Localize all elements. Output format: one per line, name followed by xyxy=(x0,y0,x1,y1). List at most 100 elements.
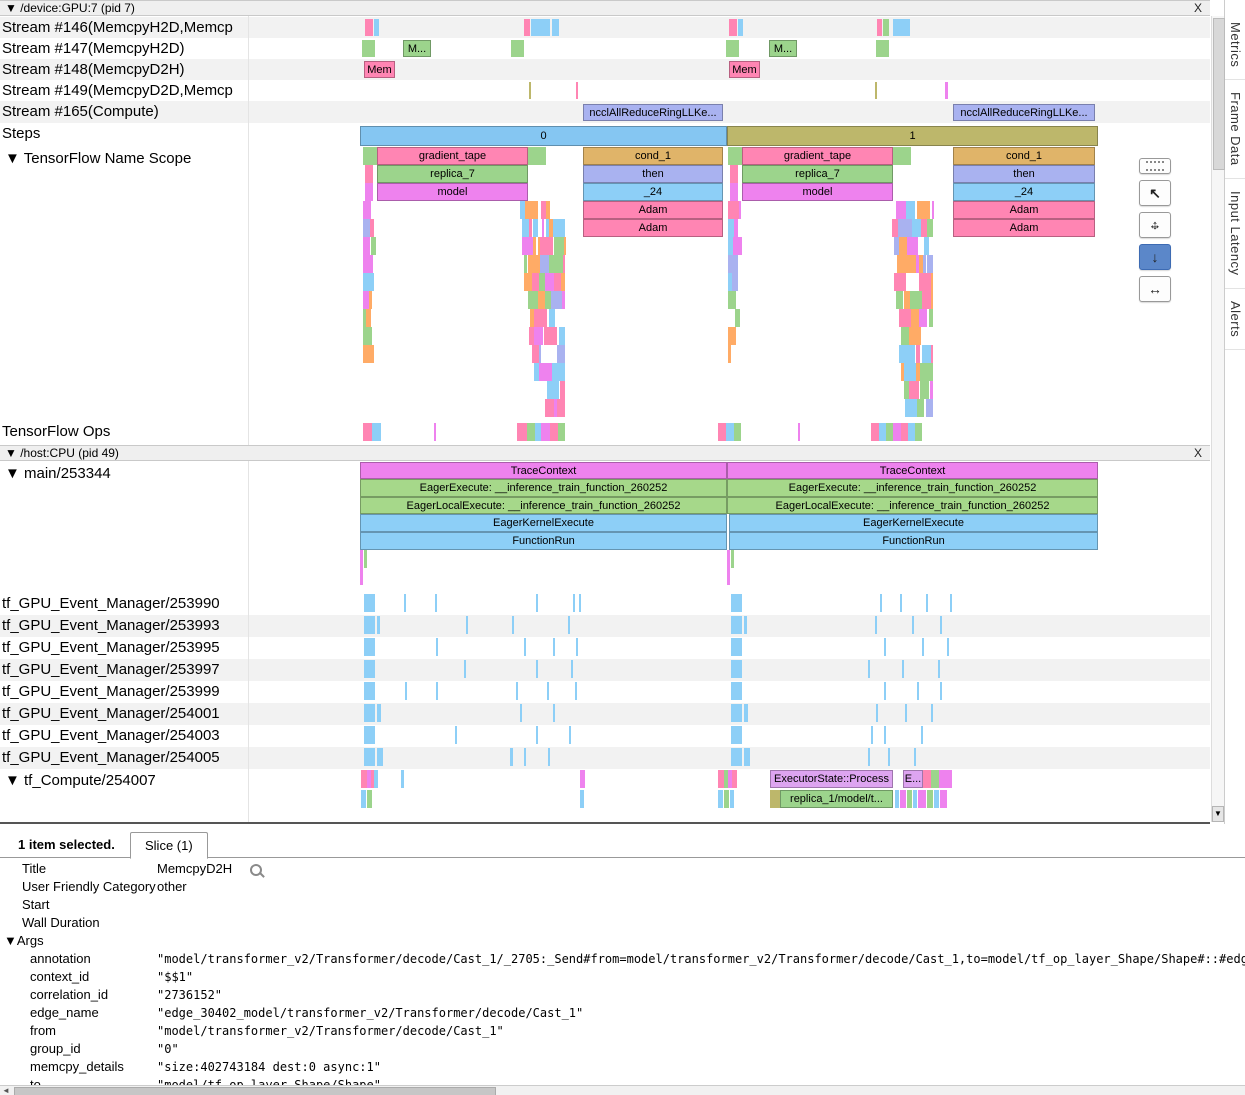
track-label[interactable]: Stream #149(MemcpyD2D,Memcp xyxy=(2,80,233,101)
cpu-section-title[interactable]: ▼ /host:CPU (pid 49) xyxy=(5,446,119,460)
trace-slice[interactable] xyxy=(927,790,933,808)
trace-slice[interactable] xyxy=(914,748,916,766)
trace-slice[interactable] xyxy=(730,790,734,808)
trace-slice[interactable] xyxy=(739,201,741,219)
trace-slice[interactable] xyxy=(906,201,915,219)
trace-slice[interactable] xyxy=(908,423,915,441)
trace-slice[interactable] xyxy=(931,770,939,788)
trace-slice[interactable] xyxy=(364,660,375,678)
trace-slice[interactable] xyxy=(901,327,909,345)
trace-slice[interactable] xyxy=(540,237,553,255)
trace-slice[interactable] xyxy=(728,147,742,165)
trace-slice[interactable] xyxy=(363,423,372,441)
trace-slice[interactable] xyxy=(901,423,908,441)
trace-slice[interactable] xyxy=(532,345,539,363)
trace-slice[interactable] xyxy=(364,550,367,568)
track-label[interactable]: tf_GPU_Event_Manager/254005 xyxy=(2,747,220,768)
trace-slice[interactable] xyxy=(899,345,910,363)
trace-slice[interactable] xyxy=(528,255,541,273)
track-label[interactable]: ▼ tf_Compute/254007 xyxy=(5,770,156,791)
trace-slice[interactable] xyxy=(724,790,729,808)
trace-slice[interactable] xyxy=(528,147,546,165)
slice-mem[interactable]: Mem xyxy=(729,61,760,78)
slice-gradient-tape[interactable]: gradient_tape xyxy=(742,147,893,165)
trace-slice[interactable] xyxy=(950,594,952,612)
trace-slice[interactable] xyxy=(927,255,932,273)
trace-slice[interactable] xyxy=(744,748,750,766)
slice-replica-7[interactable]: replica_7 xyxy=(742,165,893,183)
slice-functionrun[interactable]: FunctionRun xyxy=(729,532,1098,550)
cpu-section-close-button[interactable]: X xyxy=(1194,446,1202,460)
trace-slice[interactable] xyxy=(919,273,931,291)
slice-ncclallreduceringllke[interactable]: ncclAllReduceRingLLKe... xyxy=(583,104,723,121)
trace-slice[interactable] xyxy=(876,40,889,57)
slice-ncclallreduceringllke[interactable]: ncclAllReduceRingLLKe... xyxy=(953,104,1095,121)
trace-slice[interactable] xyxy=(579,594,581,612)
slice-model[interactable]: model xyxy=(377,183,528,201)
trace-slice[interactable] xyxy=(371,237,376,255)
trace-slice[interactable] xyxy=(568,616,570,634)
slice-then[interactable]: then xyxy=(953,165,1095,183)
trace-slice[interactable] xyxy=(364,704,375,722)
trace-slice[interactable] xyxy=(731,616,742,634)
trace-slice[interactable] xyxy=(931,291,933,309)
trace-slice[interactable] xyxy=(922,345,932,363)
trace-slice[interactable] xyxy=(360,550,363,568)
trace-slice[interactable] xyxy=(580,770,585,788)
side-tab-input-latency[interactable]: Input Latency xyxy=(1225,179,1245,289)
slice-adam[interactable]: Adam xyxy=(583,201,723,219)
slice-functionrun[interactable]: FunctionRun xyxy=(360,532,727,550)
trace-slice[interactable] xyxy=(377,748,383,766)
trace-slice[interactable] xyxy=(554,237,563,255)
trace-slice[interactable] xyxy=(916,345,920,363)
trace-slice[interactable] xyxy=(512,616,514,634)
trace-slice[interactable] xyxy=(536,594,538,612)
trace-slice[interactable] xyxy=(727,550,730,568)
slice-24[interactable]: _24 xyxy=(953,183,1095,201)
trace-slice[interactable] xyxy=(732,770,737,788)
trace-slice[interactable] xyxy=(365,165,373,183)
slice-adam[interactable]: Adam xyxy=(583,219,723,237)
trace-slice[interactable] xyxy=(902,660,904,678)
trace-slice[interactable] xyxy=(897,255,911,273)
trace-slice[interactable] xyxy=(550,423,558,441)
trace-slice[interactable] xyxy=(436,638,438,656)
trace-slice[interactable] xyxy=(875,82,877,99)
trace-slice[interactable] xyxy=(886,423,893,441)
side-tab-metrics[interactable]: Metrics xyxy=(1225,10,1245,80)
slice-m[interactable]: M... xyxy=(403,40,431,57)
track-label[interactable]: ▼ main/253344 xyxy=(5,463,111,484)
trace-slice[interactable] xyxy=(524,273,532,291)
trace-slice[interactable] xyxy=(932,201,934,219)
slice-e[interactable]: E... xyxy=(903,770,923,788)
zoom-tool-button[interactable]: ↓ xyxy=(1139,244,1171,270)
trace-slice[interactable] xyxy=(363,327,372,345)
trace-slice[interactable] xyxy=(527,423,535,441)
trace-slice[interactable] xyxy=(731,594,742,612)
scroll-down-button[interactable]: ▼ xyxy=(1212,806,1224,822)
trace-slice[interactable] xyxy=(730,183,738,201)
trace-slice[interactable] xyxy=(900,790,906,808)
side-tab-frame-data[interactable]: Frame Data xyxy=(1225,80,1245,179)
vertical-scrollbar[interactable]: ▼ xyxy=(1211,16,1224,822)
trace-slice[interactable] xyxy=(728,291,736,309)
trace-slice[interactable] xyxy=(912,219,921,237)
trace-slice[interactable] xyxy=(547,682,549,700)
slice-cond-1[interactable]: cond_1 xyxy=(953,147,1095,165)
slice-replica-7[interactable]: replica_7 xyxy=(377,165,528,183)
trace-slice[interactable] xyxy=(517,423,527,441)
trace-slice[interactable] xyxy=(930,381,933,399)
trace-slice[interactable] xyxy=(559,327,565,345)
horizontal-scrollbar-thumb[interactable] xyxy=(14,1087,496,1095)
slice-eagerexecute-inference-train-function-260252[interactable]: EagerExecute: __inference_train_function… xyxy=(727,479,1098,497)
trace-slice[interactable] xyxy=(364,616,375,634)
trace-slice[interactable] xyxy=(573,594,575,612)
trace-slice[interactable] xyxy=(363,345,374,363)
trace-slice[interactable] xyxy=(545,273,554,291)
trace-slice[interactable] xyxy=(522,219,530,237)
trace-slice[interactable] xyxy=(770,790,780,808)
trace-slice[interactable] xyxy=(896,291,904,309)
trace-slice[interactable] xyxy=(363,201,371,219)
trace-slice[interactable] xyxy=(539,363,553,381)
gpu-section-title[interactable]: ▼ /device:GPU:7 (pid 7) xyxy=(5,1,135,15)
